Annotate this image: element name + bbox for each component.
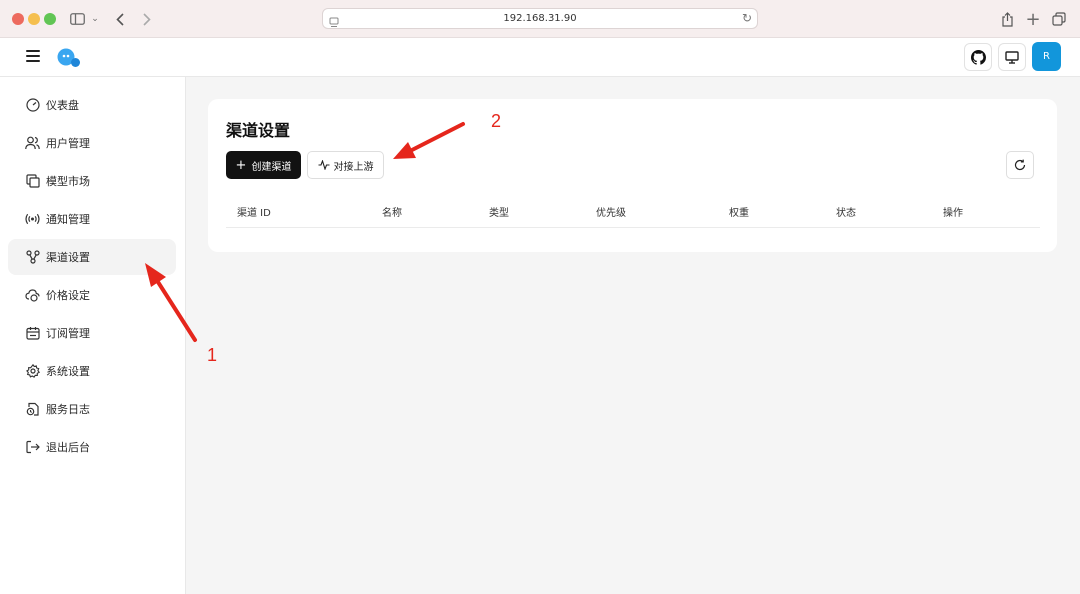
- sidebar-item-model-market[interactable]: 模型市场: [8, 163, 176, 199]
- column-header-name: 名称: [382, 208, 402, 219]
- plus-icon: +: [235, 157, 247, 173]
- column-header-channel-id: 渠道 ID: [237, 208, 271, 219]
- reload-icon[interactable]: ↻: [742, 11, 752, 25]
- site-icon: [329, 13, 339, 32]
- broadcast-icon: [25, 212, 40, 227]
- annotation-label-1: 1: [207, 345, 218, 365]
- sidebar-item-pricing[interactable]: 价格设定: [8, 277, 176, 313]
- file-clock-icon: [25, 402, 40, 417]
- workflow-icon: [25, 250, 40, 265]
- sidebar-item-label: 价格设定: [46, 289, 90, 302]
- cloud-money-icon: [25, 288, 40, 303]
- back-button[interactable]: [113, 9, 127, 29]
- channel-settings-card: 渠道设置 + 创建渠道 对接上游 渠道 ID 名称 类型 优先级 权重 状态 操…: [208, 99, 1057, 252]
- sidebar-item-subscriptions[interactable]: 订阅管理: [8, 315, 176, 351]
- sidebar-item-label: 渠道设置: [46, 251, 90, 264]
- sidebar-item-label: 用户管理: [46, 137, 90, 150]
- annotation-label-2: 2: [491, 111, 502, 131]
- sidebar-toggle-icon[interactable]: [68, 9, 86, 29]
- forward-button[interactable]: [140, 9, 154, 29]
- gauge-icon: [25, 98, 40, 113]
- sidebar-item-label: 服务日志: [46, 403, 90, 416]
- column-header-priority: 优先级: [596, 208, 626, 219]
- sidebar-item-label: 模型市场: [46, 175, 90, 188]
- create-channel-button[interactable]: + 创建渠道: [226, 151, 301, 179]
- sidebar-item-service-logs[interactable]: 服务日志: [8, 391, 176, 427]
- new-tab-icon[interactable]: +: [1024, 9, 1042, 30]
- users-icon: [25, 136, 40, 151]
- connect-upstream-label: 对接上游: [333, 161, 374, 173]
- sidebar: 仪表盘 用户管理 模型市场 通知管理 渠道设置 价格设定 订阅管理 系统设置 服…: [0, 77, 186, 594]
- monitor-icon: [1005, 50, 1019, 64]
- sidebar-item-users[interactable]: 用户管理: [8, 125, 176, 161]
- calendar-icon: [25, 326, 40, 341]
- tabs-overview-icon[interactable]: [1050, 9, 1068, 29]
- logout-icon: [25, 440, 40, 455]
- page-title: 渠道设置: [226, 121, 291, 140]
- refresh-icon: [1014, 159, 1026, 171]
- connect-upstream-button[interactable]: 对接上游: [307, 151, 384, 179]
- create-channel-label: 创建渠道: [251, 161, 292, 173]
- app-header: R: [0, 38, 1080, 77]
- zoom-window-button[interactable]: [44, 13, 56, 25]
- sidebar-item-system-settings[interactable]: 系统设置: [8, 353, 176, 389]
- column-header-type: 类型: [489, 208, 509, 219]
- github-icon: [970, 49, 986, 65]
- url-text: 192.168.31.90: [503, 13, 577, 24]
- logo[interactable]: [56, 47, 82, 69]
- sidebar-item-dashboard[interactable]: 仪表盘: [8, 87, 176, 123]
- browser-titlebar: ⌄ 192.168.31.90 ↻ +: [0, 0, 1080, 38]
- monitor-button[interactable]: [998, 43, 1026, 71]
- sidebar-item-label: 订阅管理: [46, 327, 90, 340]
- column-header-actions: 操作: [943, 208, 963, 219]
- sidebar-item-notifications[interactable]: 通知管理: [8, 201, 176, 237]
- copy-icon: [25, 174, 40, 189]
- share-icon[interactable]: [998, 9, 1016, 29]
- column-header-weight: 权重: [729, 208, 749, 219]
- address-bar[interactable]: 192.168.31.90 ↻: [322, 8, 758, 29]
- sidebar-item-label: 仪表盘: [46, 99, 79, 112]
- minimize-window-button[interactable]: [28, 13, 40, 25]
- chevron-down-icon[interactable]: ⌄: [90, 9, 100, 29]
- avatar[interactable]: R: [1032, 42, 1061, 71]
- table-header: 渠道 ID 名称 类型 优先级 权重 状态 操作: [226, 197, 1040, 228]
- close-window-button[interactable]: [12, 13, 24, 25]
- refresh-button[interactable]: [1006, 151, 1034, 179]
- sidebar-item-label: 退出后台: [46, 441, 90, 454]
- github-button[interactable]: [964, 43, 992, 71]
- sidebar-item-label: 通知管理: [46, 213, 90, 226]
- activity-icon: [318, 160, 329, 170]
- sidebar-item-channel-settings[interactable]: 渠道设置: [8, 239, 176, 275]
- column-header-status: 状态: [836, 208, 856, 219]
- gear-icon: [25, 364, 40, 379]
- menu-icon[interactable]: [26, 50, 40, 62]
- sidebar-item-label: 系统设置: [46, 365, 90, 378]
- sidebar-item-logout[interactable]: 退出后台: [8, 429, 176, 465]
